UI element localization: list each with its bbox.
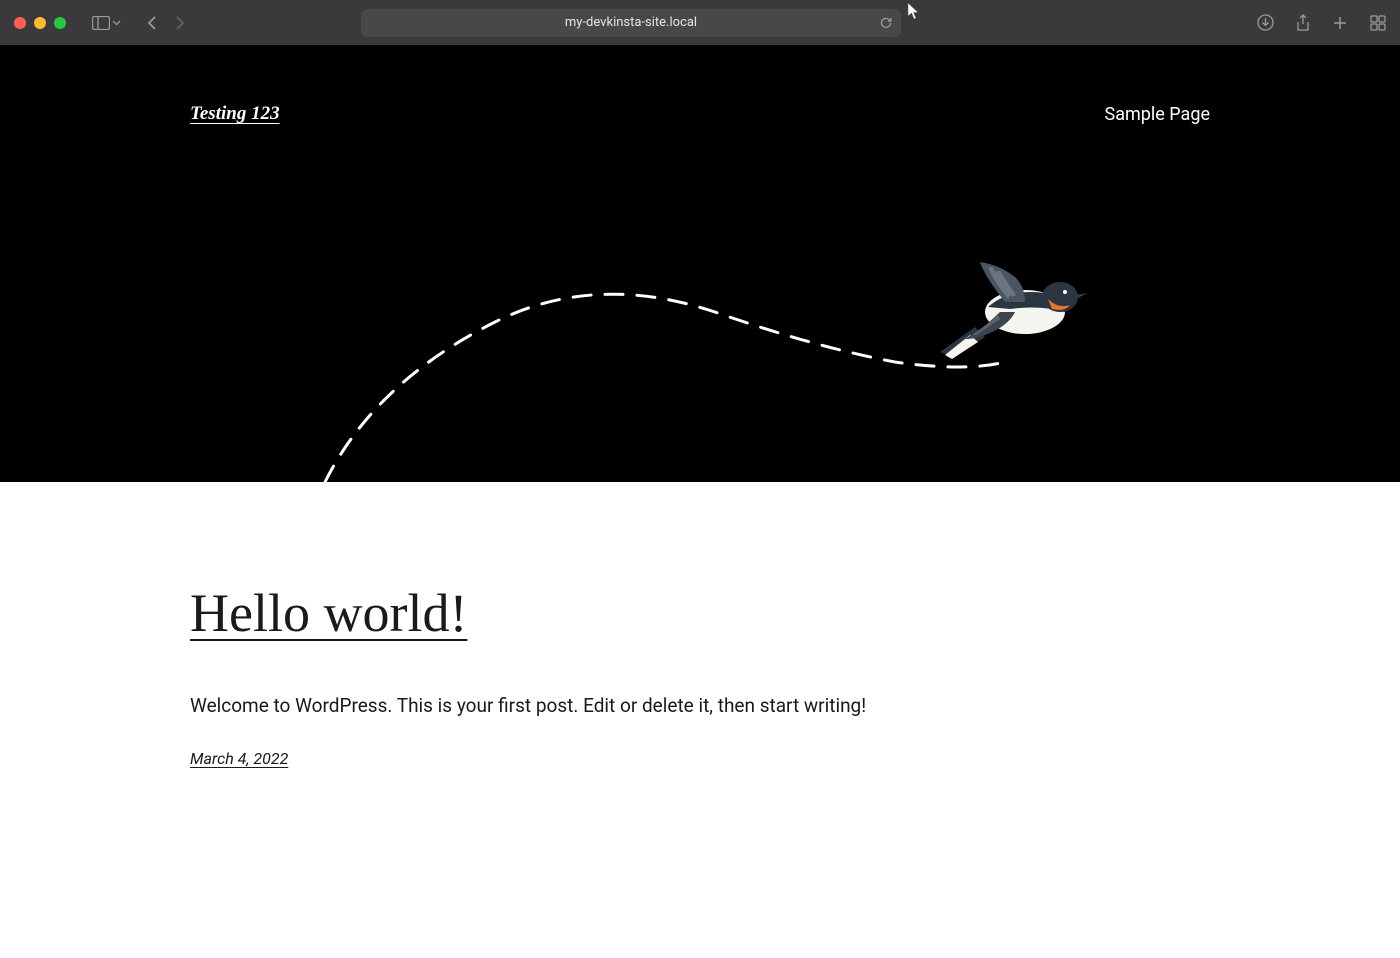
url-text: my-devkinsta-site.local	[565, 15, 697, 30]
site-header: Testing 123 Sample Page	[190, 103, 1210, 125]
browser-toolbar: my-devkinsta-site.local	[0, 0, 1400, 45]
back-button[interactable]	[147, 15, 157, 31]
reload-icon	[879, 16, 893, 30]
sidebar-icon	[92, 16, 110, 30]
forward-button[interactable]	[175, 15, 185, 31]
close-window-button[interactable]	[14, 17, 26, 29]
flight-path-icon	[180, 232, 1400, 482]
hero-illustration	[180, 232, 1400, 482]
sidebar-toggle-button[interactable]	[92, 16, 121, 30]
post-title-link[interactable]: Hello world!	[190, 582, 1210, 644]
share-button[interactable]	[1296, 14, 1310, 32]
toolbar-right	[1257, 14, 1386, 32]
minimize-window-button[interactable]	[34, 17, 46, 29]
navigation-arrows	[147, 15, 185, 31]
reload-button[interactable]	[879, 16, 893, 30]
hero-section: Testing 123 Sample Page	[0, 45, 1400, 482]
cursor-icon	[907, 2, 921, 20]
post-excerpt: Welcome to WordPress. This is your first…	[190, 692, 1210, 721]
site-title-link[interactable]: Testing 123	[190, 103, 280, 125]
bird-icon	[930, 257, 1090, 367]
maximize-window-button[interactable]	[54, 17, 66, 29]
main-content: Hello world! Welcome to WordPress. This …	[0, 482, 1400, 768]
window-controls	[14, 17, 66, 29]
nav-sample-page[interactable]: Sample Page	[1105, 104, 1210, 125]
page-content: Testing 123 Sample Page	[0, 45, 1400, 958]
chevron-down-icon	[112, 20, 121, 26]
address-bar-container: my-devkinsta-site.local	[193, 9, 1069, 37]
downloads-button[interactable]	[1257, 14, 1274, 31]
new-tab-button[interactable]	[1332, 15, 1348, 31]
tab-overview-button[interactable]	[1370, 15, 1386, 31]
post-date-link[interactable]: March 4, 2022	[190, 749, 288, 768]
address-bar[interactable]: my-devkinsta-site.local	[361, 9, 901, 37]
